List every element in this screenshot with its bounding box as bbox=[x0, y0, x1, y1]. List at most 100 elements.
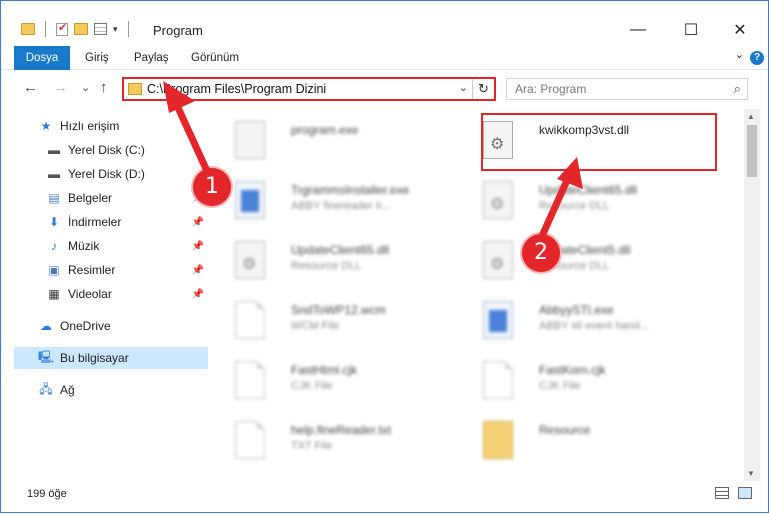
close-button[interactable]: ✕ bbox=[717, 15, 763, 45]
tab-dosya[interactable]: Dosya bbox=[14, 46, 70, 70]
file-name: help.fineReader.txt bbox=[291, 423, 392, 437]
back-button[interactable]: ← bbox=[23, 79, 38, 96]
drive-icon: ▬ bbox=[48, 167, 60, 181]
recent-locations-icon[interactable]: ⌄ bbox=[81, 81, 90, 94]
pin-icon[interactable]: 📌 bbox=[192, 265, 204, 276]
documents-icon: ▤ bbox=[48, 191, 60, 205]
sidebar-item[interactable]: ▤Belgeler📌 bbox=[14, 187, 208, 209]
file-item[interactable]: FastKorn.cjk CJK File bbox=[457, 353, 697, 407]
app-window-icon bbox=[241, 190, 259, 212]
address-bar[interactable]: C:\Program Files\Program Dizini ⌄ ↻ bbox=[122, 77, 496, 101]
sidebar-item[interactable]: ★ Hızlı erişim bbox=[14, 115, 208, 137]
file-item[interactable]: ⚙ UpdateClient65.dll Resource DLL bbox=[209, 233, 449, 287]
sidebar-item-label: OneDrive bbox=[60, 319, 111, 333]
maximize-button[interactable]: ☐ bbox=[668, 15, 714, 45]
up-button[interactable]: ↑ bbox=[100, 79, 108, 96]
computer-icon: 🖳 bbox=[38, 349, 55, 364]
tab-paylas[interactable]: Paylaş bbox=[134, 46, 169, 70]
document-file-icon bbox=[235, 361, 265, 399]
scroll-down-arrow-icon[interactable]: ▼ bbox=[747, 469, 755, 478]
expand-ribbon-icon[interactable]: ⌄ bbox=[735, 48, 744, 61]
network-icon: 🖧 bbox=[39, 381, 53, 396]
file-name: program.exe bbox=[291, 123, 359, 137]
file-item[interactable]: program.exe bbox=[209, 113, 449, 167]
document-file-icon bbox=[483, 361, 513, 399]
sidebar-item-label: Bu bilgisayar bbox=[60, 351, 129, 365]
address-path[interactable]: C:\Program Files\Program Dizini bbox=[147, 82, 326, 96]
sidebar-item-label: Hızlı erişim bbox=[60, 119, 120, 133]
toolbar-divider bbox=[45, 21, 46, 37]
sidebar-item[interactable]: 🖳 Bu bilgisayar bbox=[14, 347, 208, 369]
cloud-icon: ☁ bbox=[40, 319, 52, 333]
folder-icon bbox=[128, 83, 142, 95]
title-bar: ▾ Program — ☐ ✕ bbox=[1, 1, 768, 45]
file-item[interactable]: FastHtml.cjk CJK File bbox=[209, 353, 449, 407]
ribbon-tabs: Dosya Giriş Paylaş Görünüm ⌄ ? bbox=[1, 46, 768, 70]
large-icons-view-icon[interactable] bbox=[738, 487, 752, 499]
file-name: FastHtml.cjk bbox=[291, 363, 357, 377]
sidebar-item[interactable]: ▦ Videolar 📌 bbox=[14, 283, 208, 305]
sidebar-item-label: Ağ bbox=[60, 383, 75, 397]
file-name: UpdateClient65.dll bbox=[539, 183, 638, 197]
scroll-thumb[interactable] bbox=[747, 125, 757, 177]
file-item[interactable]: TrgrammsInstaller.exe ABBY finereader tr.… bbox=[209, 173, 449, 227]
file-item[interactable]: SndToWP12.wcm WCM File bbox=[209, 293, 449, 347]
file-type: ABBY sti event hand... bbox=[539, 320, 649, 332]
search-input[interactable]: Ara: Program ⌕ bbox=[506, 78, 748, 100]
vertical-scrollbar[interactable]: ▲ ▼ bbox=[744, 109, 760, 481]
minimize-button[interactable]: — bbox=[615, 15, 661, 45]
tab-gorunum[interactable]: Görünüm bbox=[191, 46, 239, 70]
sidebar-item-label: Yerel Disk (C:) bbox=[68, 143, 145, 157]
refresh-button[interactable]: ↻ bbox=[472, 79, 494, 99]
dll-file-icon: ⚙ bbox=[483, 181, 513, 219]
file-name: SndToWP12.wcm bbox=[291, 303, 386, 317]
address-dropdown-icon[interactable]: ⌄ bbox=[459, 81, 468, 94]
star-icon: ★ bbox=[40, 119, 52, 133]
sidebar-item[interactable]: ▣ Resimler 📌 bbox=[14, 259, 208, 281]
file-name: TrgrammsInstaller.exe bbox=[291, 183, 410, 197]
help-icon[interactable]: ? bbox=[750, 51, 764, 65]
dll-file-icon: ⚙ bbox=[235, 241, 265, 279]
details-view-icon[interactable] bbox=[715, 487, 729, 499]
navigation-bar: ← → ⌄ ↑ C:\Program Files\Program Dizini … bbox=[1, 71, 768, 107]
item-count: 199 öğe bbox=[27, 488, 67, 500]
file-item[interactable]: ⚙ UpdateClient5.dll Resource DLL bbox=[457, 233, 697, 287]
forward-button[interactable]: → bbox=[53, 79, 68, 96]
new-folder-icon[interactable] bbox=[74, 23, 88, 35]
sidebar-item[interactable]: ♪ Müzik 📌 bbox=[14, 235, 208, 257]
file-item[interactable]: Resource bbox=[457, 413, 697, 467]
navigation-pane: ★ Hızlı erişim ▬ Yerel Disk (C:) ▬ Yerel Disk… bbox=[14, 109, 208, 469]
properties-check-icon[interactable] bbox=[56, 21, 68, 36]
properties-icon[interactable] bbox=[94, 23, 107, 35]
sidebar-item[interactable]: ⬇ İndirmeler 📌 bbox=[14, 211, 208, 233]
pictures-icon: ▣ bbox=[48, 263, 60, 277]
pin-icon[interactable]: 📌 bbox=[192, 289, 204, 300]
quick-access-toolbar: ▾ bbox=[21, 21, 133, 37]
exe-file-icon bbox=[235, 121, 265, 159]
sidebar-item[interactable]: ▬ Yerel Disk (C:) bbox=[14, 139, 208, 161]
pin-icon[interactable]: 📌 bbox=[192, 217, 204, 228]
file-type: CJK File bbox=[539, 380, 581, 392]
file-item[interactable]: help.fineReader.txt TXT File bbox=[209, 413, 449, 467]
app-window-icon bbox=[489, 310, 507, 332]
download-icon: ⬇ bbox=[48, 215, 60, 229]
music-icon: ♪ bbox=[51, 239, 57, 253]
scroll-up-arrow-icon[interactable]: ▲ bbox=[747, 112, 755, 121]
file-name: FastKorn.cjk bbox=[539, 363, 606, 377]
pin-icon[interactable]: 📌 bbox=[192, 241, 204, 252]
sidebar-item-label: İndirmeler bbox=[68, 215, 122, 229]
file-name: Resource bbox=[539, 423, 591, 437]
sidebar-item-label: Yerel Disk (D:) bbox=[68, 167, 145, 181]
toolbar-divider bbox=[127, 21, 129, 37]
file-item[interactable]: ⚙ UpdateClient65.dll Resource DLL bbox=[457, 173, 697, 227]
customize-toolbar-arrow-icon[interactable]: ▾ bbox=[113, 24, 118, 35]
tab-giris[interactable]: Giriş bbox=[85, 46, 109, 70]
sidebar-item[interactable]: ☁ OneDrive bbox=[14, 315, 208, 337]
sidebar-item[interactable]: 🖧 Ağ bbox=[14, 379, 208, 401]
folder-icon bbox=[21, 23, 35, 35]
status-bar: 199 öğe bbox=[1, 483, 768, 505]
exe-file-icon bbox=[235, 181, 265, 219]
sidebar-item[interactable]: ▬ Yerel Disk (D:) bbox=[14, 163, 208, 185]
document-file-icon bbox=[235, 301, 265, 339]
file-item[interactable]: AbbyySTI.exe ABBY sti event hand... bbox=[457, 293, 697, 347]
